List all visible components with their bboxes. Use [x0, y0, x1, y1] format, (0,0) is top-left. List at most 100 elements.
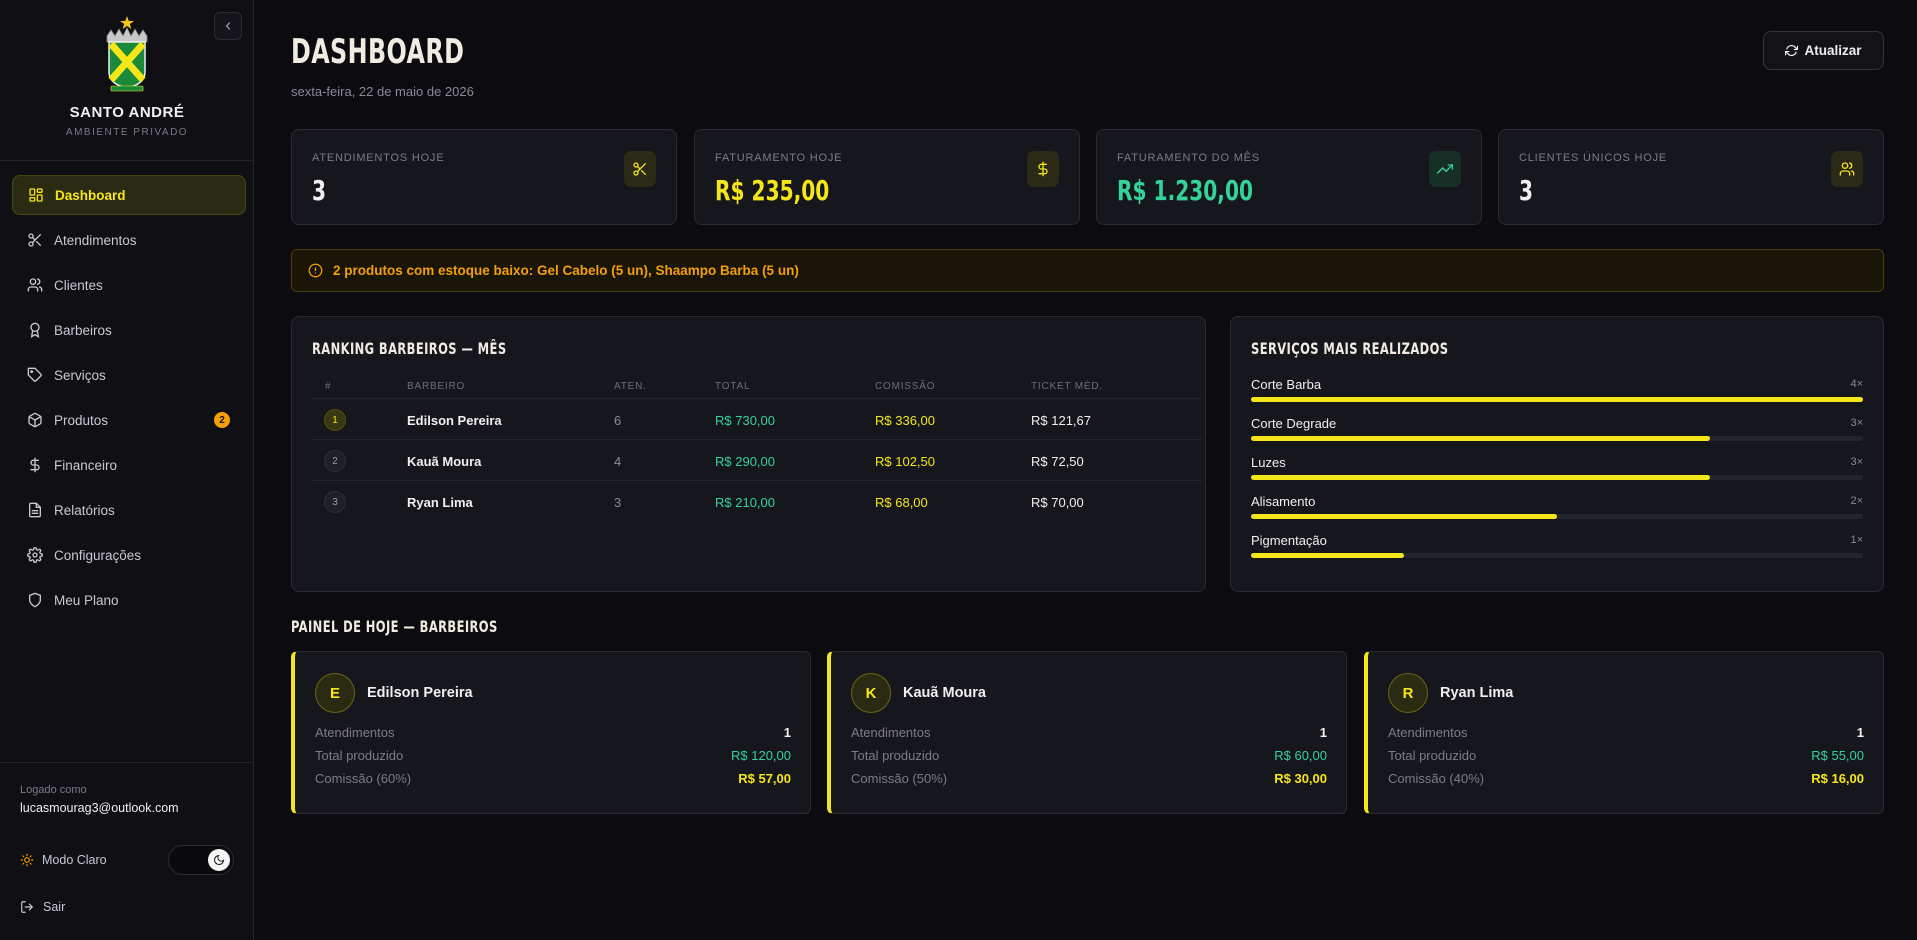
sidebar-item-relatorios[interactable]: Relatórios	[12, 490, 246, 530]
service-bar-track	[1251, 475, 1863, 480]
sidebar-item-label: Produtos	[54, 412, 109, 428]
service-count: 3×	[1850, 456, 1863, 468]
sidebar: SANTO ANDRÉ AMBIENTE PRIVADO Dashboard A…	[0, 0, 254, 940]
dollar-icon	[1027, 151, 1059, 187]
stat-row: Atendimentos 1	[315, 725, 791, 743]
sidebar-item-clientes[interactable]: Clientes	[12, 265, 246, 305]
column-header: ATEN.	[614, 381, 647, 392]
sidebar-item-label: Relatórios	[54, 502, 115, 518]
stat-label: Comissão (50%)	[851, 771, 948, 786]
award-icon	[26, 321, 44, 339]
sidebar-item-meu-plano[interactable]: Meu Plano	[12, 580, 246, 620]
scissors-icon	[624, 151, 656, 187]
service-bar-fill	[1251, 514, 1557, 519]
barber-name: Edilson Pereira	[407, 413, 502, 428]
refresh-label: Atualizar	[1804, 43, 1862, 58]
barber-name: Ryan Lima	[1440, 685, 1514, 701]
stat-row: Comissão (40%) R$ 16,00	[1388, 771, 1864, 789]
avatar: E	[315, 673, 355, 713]
sidebar-item-dashboard[interactable]: Dashboard	[12, 175, 246, 215]
package-icon	[26, 411, 44, 429]
sidebar-item-produtos[interactable]: Produtos 2	[12, 400, 246, 440]
barber-name: Kauã Moura	[407, 454, 482, 469]
ticket-value: R$ 70,00	[1031, 495, 1084, 510]
atendimentos-count: 3	[614, 495, 622, 510]
stat-row: Atendimentos 1	[1388, 725, 1864, 743]
column-header: COMISSÃO	[875, 381, 936, 392]
sun-icon	[20, 853, 34, 867]
barber-card: R Ryan Lima Atendimentos 1 Total produzi…	[1364, 651, 1884, 814]
barber-name: Kauã Moura	[903, 685, 986, 701]
sidebar-item-financeiro[interactable]: Financeiro	[12, 445, 246, 485]
logged-user: Logado como lucasmourag3@outlook.com	[20, 784, 179, 815]
sidebar-item-configuracoes[interactable]: Configurações	[12, 535, 246, 575]
stat-value: R$ 60,00	[1274, 748, 1327, 763]
service-bar-fill	[1251, 397, 1863, 402]
barber-name: Edilson Pereira	[367, 685, 473, 701]
users-icon	[26, 276, 44, 294]
brand: SANTO ANDRÉ AMBIENTE PRIVADO	[0, 14, 254, 138]
service-count: 2×	[1850, 495, 1863, 507]
toggle-knob	[208, 849, 230, 871]
stat-label: Total produzido	[851, 748, 940, 763]
barber-card: K Kauã Moura Atendimentos 1 Total produz…	[827, 651, 1347, 814]
service-name: Corte Barba	[1251, 377, 1322, 392]
service-count: 3×	[1850, 417, 1863, 429]
commission-value: R$ 68,00	[875, 495, 928, 510]
dollar-icon	[26, 456, 44, 474]
scissors-icon	[26, 231, 44, 249]
refresh-button[interactable]: Atualizar	[1763, 31, 1884, 70]
barber-card: E Edilson Pereira Atendimentos 1 Total p…	[291, 651, 811, 814]
sidebar-item-label: Financeiro	[54, 457, 118, 473]
stat-row: Total produzido R$ 120,00	[315, 748, 791, 766]
today-panel-title: PAINEL DE HOJE — BARBEIROS	[291, 617, 498, 636]
theme-label: Modo Claro	[42, 853, 107, 867]
page-title: DASHBOARD	[291, 32, 465, 72]
stat-label: Atendimentos	[851, 725, 931, 740]
theme-row: Modo Claro	[20, 845, 234, 875]
atendimentos-count: 4	[614, 454, 622, 469]
stat-label: Atendimentos	[1388, 725, 1468, 740]
column-header: BARBEIRO	[407, 381, 466, 392]
stat-label: Comissão (60%)	[315, 771, 412, 786]
sidebar-item-servicos[interactable]: Serviços	[12, 355, 246, 395]
sidebar-item-label: Barbeiros	[54, 322, 112, 338]
service-name: Alisamento	[1251, 494, 1316, 509]
ranking-panel: RANKING BARBEIROS — MÊS # BARBEIRO ATEN.…	[291, 316, 1206, 592]
service-bar-track	[1251, 397, 1863, 402]
sidebar-item-barbeiros[interactable]: Barbeiros	[12, 310, 246, 350]
alert-circle-icon	[308, 263, 323, 278]
total-value: R$ 730,00	[715, 413, 775, 428]
stat-row: Atendimentos 1	[851, 725, 1327, 743]
tag-icon	[26, 366, 44, 384]
stat-row: Comissão (60%) R$ 57,00	[315, 771, 791, 789]
ticket-value: R$ 121,67	[1031, 413, 1091, 428]
rank-position: 1	[324, 409, 346, 431]
file-icon	[26, 501, 44, 519]
stat-row: Total produzido R$ 55,00	[1388, 748, 1864, 766]
stat-value: 1	[1856, 725, 1864, 740]
stat-value: 3	[312, 174, 327, 207]
sidebar-nav: Dashboard Atendimentos Clientes Barbeiro…	[12, 175, 246, 625]
brand-subtitle: AMBIENTE PRIVADO	[65, 127, 189, 138]
theme-toggle[interactable]	[168, 845, 234, 875]
table-header: # BARBEIRO ATEN. TOTAL COMISSÃO TICKET M…	[312, 377, 1202, 399]
service-bar-fill	[1251, 553, 1404, 558]
avatar: R	[1388, 673, 1428, 713]
service-bar-fill	[1251, 475, 1710, 480]
stat-label: Total produzido	[315, 748, 404, 763]
service-name: Pigmentação	[1251, 533, 1327, 548]
column-header: TICKET MÉD.	[1031, 381, 1103, 392]
sidebar-item-label: Configurações	[54, 547, 142, 563]
moon-icon	[214, 854, 225, 865]
shield-icon	[26, 591, 44, 609]
commission-value: R$ 102,50	[875, 454, 935, 469]
logout-button[interactable]: Sair	[20, 900, 65, 914]
low-stock-badge: 2	[214, 412, 230, 428]
logged-label: Logado como	[20, 784, 87, 796]
sidebar-item-atendimentos[interactable]: Atendimentos	[12, 220, 246, 260]
total-value: R$ 290,00	[715, 454, 775, 469]
logout-label: Sair	[43, 900, 66, 914]
refresh-icon	[1785, 45, 1799, 56]
service-name: Luzes	[1251, 455, 1286, 470]
